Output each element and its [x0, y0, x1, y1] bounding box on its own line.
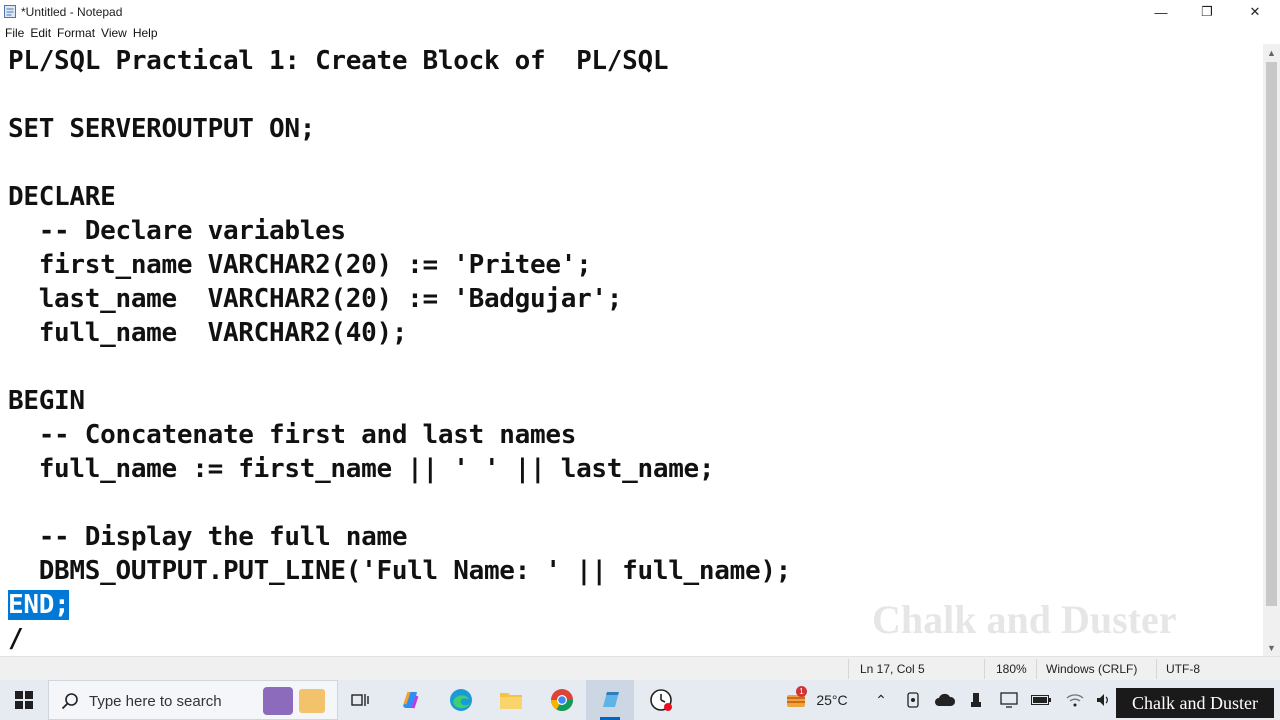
- menu-help[interactable]: Help: [130, 24, 161, 44]
- code-line-selected: END;: [8, 588, 70, 622]
- encoding: UTF-8: [1166, 662, 1200, 676]
- channel-label: Chalk and Duster: [1116, 688, 1274, 718]
- notepad-icon: [4, 5, 16, 18]
- status-divider: [1156, 659, 1157, 679]
- window-title: *Untitled - Notepad: [21, 5, 123, 19]
- weather-icon[interactable]: 1: [782, 680, 810, 720]
- scrollbar-thumb[interactable]: [1266, 62, 1277, 606]
- watermark: Chalk and Duster: [872, 597, 1177, 642]
- code-line: /: [8, 624, 24, 654]
- status-divider: [1036, 659, 1037, 679]
- code-line: -- Concatenate first and last names: [8, 420, 577, 450]
- weather-temperature[interactable]: 25°C: [812, 680, 852, 720]
- code-line: PL/SQL Practical 1: Create Block of PL/S…: [8, 46, 669, 76]
- display-icon[interactable]: [998, 680, 1020, 720]
- clock-app-icon[interactable]: [647, 686, 675, 714]
- status-divider: [848, 659, 849, 679]
- minimize-icon[interactable]: —: [1138, 0, 1184, 24]
- code-line: first_name VARCHAR2(20) := 'Pritee';: [8, 250, 592, 280]
- text-selection: END;: [8, 590, 70, 620]
- title-bar: *Untitled - Notepad — ❐ ✕: [0, 0, 1280, 24]
- scroll-down-icon[interactable]: ▼: [1263, 639, 1280, 656]
- code-line: -- Declare variables: [8, 216, 346, 246]
- close-icon[interactable]: ✕: [1232, 0, 1278, 24]
- chrome-icon[interactable]: [548, 686, 576, 714]
- taskbar: Type here to search 1 25°C ⌃: [0, 680, 1280, 720]
- search-icon: [61, 693, 78, 710]
- file-explorer-icon[interactable]: [497, 686, 525, 714]
- code-line: -- Display the full name: [8, 522, 408, 552]
- code-line: last_name VARCHAR2(20) := 'Badgujar';: [8, 284, 623, 314]
- menu-format[interactable]: Format: [54, 24, 98, 44]
- search-placeholder: Type here to search: [89, 693, 222, 710]
- code-line: DBMS_OUTPUT.PUT_LINE('Full Name: ' || fu…: [8, 556, 792, 586]
- usb-icon[interactable]: [966, 680, 986, 720]
- zoom-level: 180%: [996, 662, 1027, 676]
- status-divider: [984, 659, 985, 679]
- status-bar: Ln 17, Col 5 180% Windows (CRLF) UTF-8: [0, 656, 1280, 681]
- menu-bar: File Edit Format View Help: [0, 24, 161, 44]
- notepad-taskbar-icon: [596, 686, 624, 714]
- notepad-taskbar-button[interactable]: [586, 680, 634, 720]
- wifi-icon[interactable]: [1064, 680, 1086, 720]
- task-view-icon[interactable]: [346, 686, 374, 714]
- battery-icon[interactable]: [1030, 680, 1052, 720]
- code-line: DECLARE: [8, 182, 116, 212]
- text-editor[interactable]: PL/SQL Practical 1: Create Block of PL/S…: [0, 44, 1263, 656]
- search-highlight-image: [263, 687, 293, 715]
- menu-view[interactable]: View: [98, 24, 130, 44]
- line-ending: Windows (CRLF): [1046, 662, 1138, 676]
- code-line: SET SERVEROUTPUT ON;: [8, 114, 316, 144]
- taskbar-search-box[interactable]: Type here to search: [48, 680, 338, 720]
- search-highlight-image: [299, 689, 325, 713]
- windows-start-icon[interactable]: [0, 680, 48, 720]
- onedrive-icon[interactable]: [932, 680, 958, 720]
- maximize-icon[interactable]: ❐: [1184, 0, 1230, 24]
- edge-icon[interactable]: [447, 686, 475, 714]
- volume-icon[interactable]: [1094, 680, 1114, 720]
- menu-file[interactable]: File: [2, 24, 27, 44]
- vertical-scrollbar[interactable]: ▲ ▼: [1263, 44, 1280, 656]
- meet-icon[interactable]: [902, 680, 924, 720]
- code-line: full_name := first_name || ' ' || last_n…: [8, 454, 715, 484]
- scroll-up-icon[interactable]: ▲: [1263, 44, 1280, 61]
- menu-edit[interactable]: Edit: [27, 24, 54, 44]
- copilot-icon[interactable]: [397, 686, 425, 714]
- cursor-position: Ln 17, Col 5: [860, 662, 925, 676]
- code-line: full_name VARCHAR2(40);: [8, 318, 408, 348]
- weather-badge: 1: [796, 686, 807, 697]
- chevron-up-icon[interactable]: ⌃: [870, 680, 892, 720]
- code-line: BEGIN: [8, 386, 85, 416]
